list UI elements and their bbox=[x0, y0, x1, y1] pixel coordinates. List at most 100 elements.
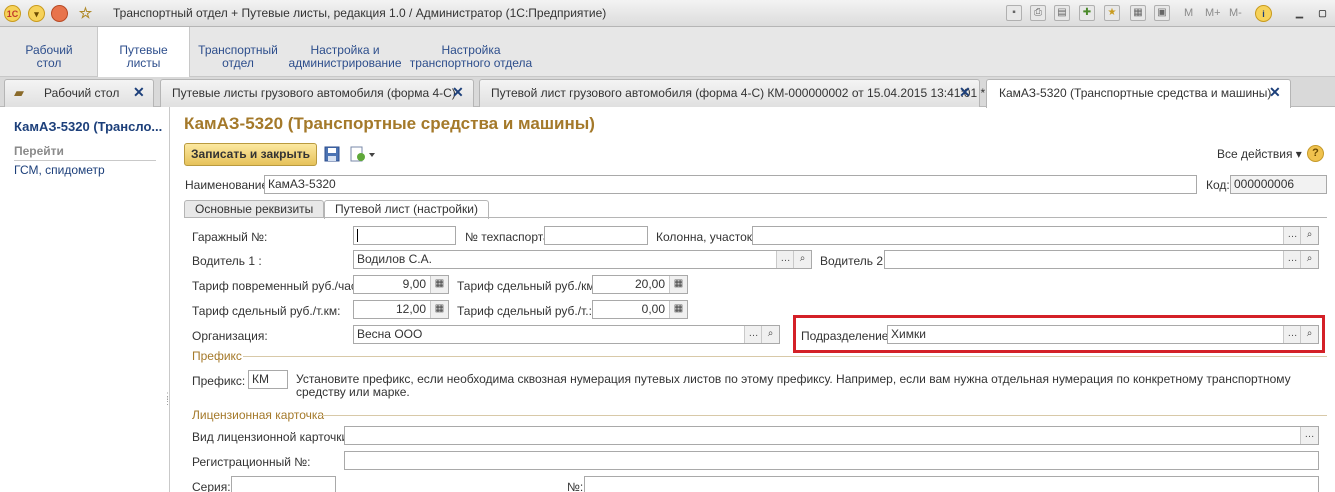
driver2-field[interactable]: … ⌕ bbox=[884, 250, 1319, 269]
m-plus-button[interactable]: M+ bbox=[1205, 7, 1221, 19]
1c-logo-icon[interactable]: 1С bbox=[4, 5, 21, 22]
section-label: отдел bbox=[222, 56, 254, 70]
section-transport[interactable]: Транспортный отдел bbox=[190, 27, 286, 77]
text-cursor bbox=[357, 229, 358, 242]
tariff-piece-t-field[interactable]: 0,00 ▦ bbox=[592, 300, 688, 319]
section-waybills[interactable]: Путевые листы bbox=[97, 27, 190, 78]
series-field[interactable] bbox=[231, 476, 336, 492]
tariff-piece-t-value: 0,00 bbox=[641, 302, 665, 316]
sections-panel: Рабочий стол Путевые листы Транспортный … bbox=[0, 27, 1335, 78]
tab-waybills-list[interactable]: Путевые листы грузового автомобиля (форм… bbox=[160, 79, 474, 107]
calculator-icon[interactable]: ▦ bbox=[430, 276, 448, 293]
registration-number-field[interactable] bbox=[344, 451, 1319, 470]
section-desktop[interactable]: Рабочий стол bbox=[0, 27, 98, 77]
tab-vehicle[interactable]: КамАЗ-5320 (Транспортные средства и маши… bbox=[986, 79, 1291, 108]
garage-number-label: Гаражный №: bbox=[192, 230, 268, 244]
close-icon[interactable]: ✕ bbox=[452, 84, 464, 101]
calendar-icon[interactable]: ▣ bbox=[1154, 5, 1170, 21]
choose-button[interactable]: … bbox=[776, 251, 794, 268]
organization-field[interactable]: Весна ООО … ⌕ bbox=[353, 325, 780, 344]
minimize-icon[interactable]: ▁ bbox=[1291, 5, 1308, 22]
section-label: Настройка и bbox=[310, 43, 380, 57]
choose-button[interactable]: … bbox=[744, 326, 762, 343]
calculator-icon[interactable]: ▦ bbox=[1130, 5, 1146, 21]
favorites-star-icon[interactable]: ☆ bbox=[77, 5, 94, 22]
tariff-piece-t-label: Тариф сдельный руб./т.: bbox=[457, 304, 592, 318]
search-icon[interactable]: ⌕ bbox=[793, 251, 811, 268]
calculator-icon[interactable]: ▦ bbox=[669, 301, 687, 318]
section-transport-settings[interactable]: Настройка транспортного отдела bbox=[404, 27, 538, 77]
organization-value: Весна ООО bbox=[357, 327, 423, 341]
choose-button[interactable]: … bbox=[1300, 427, 1318, 444]
prefix-group-divider bbox=[243, 356, 1327, 357]
tariff-piece-tkm-value: 12,00 bbox=[395, 302, 426, 316]
m-minus-button[interactable]: M- bbox=[1229, 7, 1242, 19]
search-icon[interactable]: ⌕ bbox=[1300, 227, 1318, 244]
card-number-field[interactable] bbox=[584, 476, 1319, 492]
close-icon[interactable]: ✕ bbox=[1269, 84, 1281, 101]
star-icon[interactable]: ★ bbox=[1104, 5, 1120, 21]
tab-divider bbox=[184, 217, 1327, 218]
name-field[interactable]: КамАЗ-5320 bbox=[264, 175, 1197, 194]
calculator-icon[interactable]: ▦ bbox=[430, 301, 448, 318]
section-admin[interactable]: Настройка и администрирование bbox=[286, 27, 404, 77]
tariff-piece-km-field[interactable]: 20,00 ▦ bbox=[592, 275, 688, 294]
save-icon[interactable] bbox=[323, 145, 341, 163]
maximize-icon[interactable]: ▢ bbox=[1314, 5, 1331, 22]
history-icon[interactable] bbox=[51, 5, 68, 22]
tab-main-attributes[interactable]: Основные реквизиты bbox=[184, 200, 325, 218]
organization-label: Организация: bbox=[192, 329, 268, 343]
column-section-field[interactable]: … ⌕ bbox=[752, 226, 1319, 245]
help-button[interactable]: ? bbox=[1307, 145, 1324, 162]
create-based-on-icon[interactable] bbox=[349, 145, 377, 163]
print-icon[interactable]: ⎙ bbox=[1030, 5, 1046, 21]
close-icon[interactable]: ✕ bbox=[959, 84, 971, 101]
all-actions-menu[interactable]: Все действия ▾ bbox=[1217, 147, 1302, 161]
license-type-label: Вид лицензионной карточки: bbox=[192, 430, 352, 444]
open-windows-bar: ▰ Рабочий стол ✕ Путевые листы грузового… bbox=[0, 77, 1335, 108]
prefix-group-title: Префикс bbox=[192, 349, 242, 363]
tariff-time-value: 9,00 bbox=[402, 277, 426, 291]
calculator-icon[interactable]: ▦ bbox=[669, 276, 687, 293]
section-label: Путевые bbox=[119, 43, 168, 57]
nav-section-goto: Перейти bbox=[14, 144, 156, 161]
nav-link-fuel[interactable]: ГСМ, спидометр bbox=[14, 163, 105, 177]
panel-resize-handle[interactable]: ⋮ ⋮ bbox=[163, 392, 172, 406]
tariff-piece-tkm-label: Тариф сдельный руб./т.км: bbox=[192, 304, 341, 318]
license-type-field[interactable]: … bbox=[344, 426, 1319, 445]
preview-icon[interactable]: ▤ bbox=[1054, 5, 1070, 21]
tariff-piece-km-label: Тариф сдельный руб./км.: bbox=[457, 279, 602, 293]
m-button[interactable]: M bbox=[1184, 7, 1193, 19]
navigation-panel: КамАЗ-5320 (Трансло... Перейти ГСМ, спид… bbox=[0, 107, 172, 492]
section-label: листы bbox=[126, 56, 161, 70]
name-label: Наименование: bbox=[185, 178, 272, 192]
save-icon[interactable]: ▪ bbox=[1006, 5, 1022, 21]
menu-dropdown-icon[interactable]: ▾ bbox=[28, 5, 45, 22]
garage-number-field[interactable] bbox=[353, 226, 456, 245]
license-group-title: Лицензионная карточка bbox=[192, 408, 325, 422]
search-icon[interactable]: ⌕ bbox=[1300, 251, 1318, 268]
tariff-time-field[interactable]: 9,00 ▦ bbox=[353, 275, 449, 294]
tariff-piece-tkm-field[interactable]: 12,00 ▦ bbox=[353, 300, 449, 319]
save-and-close-button[interactable]: Записать и закрыть bbox=[184, 143, 317, 166]
close-icon[interactable]: ✕ bbox=[133, 84, 145, 101]
choose-button[interactable]: … bbox=[1283, 227, 1301, 244]
section-label: транспортного отдела bbox=[409, 56, 533, 70]
search-icon[interactable]: ⌕ bbox=[761, 326, 779, 343]
driver1-field[interactable]: Водилов С.А. … ⌕ bbox=[353, 250, 812, 269]
code-field[interactable]: 000000006 bbox=[1230, 175, 1327, 194]
department-highlight-frame bbox=[793, 315, 1325, 353]
tab-waybill-document[interactable]: Путевой лист грузового автомобиля (форма… bbox=[479, 79, 985, 107]
add-favorite-icon[interactable]: ✚ bbox=[1079, 5, 1095, 21]
tab-desktop[interactable]: ▰ Рабочий стол ✕ bbox=[4, 79, 154, 107]
info-icon[interactable]: i bbox=[1255, 5, 1272, 22]
section-label: стол bbox=[36, 56, 62, 70]
all-actions-label: Все действия bbox=[1217, 147, 1293, 161]
section-label: Транспортный bbox=[198, 43, 278, 57]
prefix-field[interactable]: КМ bbox=[248, 370, 288, 389]
section-label: Рабочий bbox=[25, 43, 73, 57]
license-group-divider bbox=[320, 415, 1327, 416]
choose-button[interactable]: … bbox=[1283, 251, 1301, 268]
registration-number-label: Регистрационный №: bbox=[192, 455, 311, 469]
techpassport-field[interactable] bbox=[544, 226, 648, 245]
